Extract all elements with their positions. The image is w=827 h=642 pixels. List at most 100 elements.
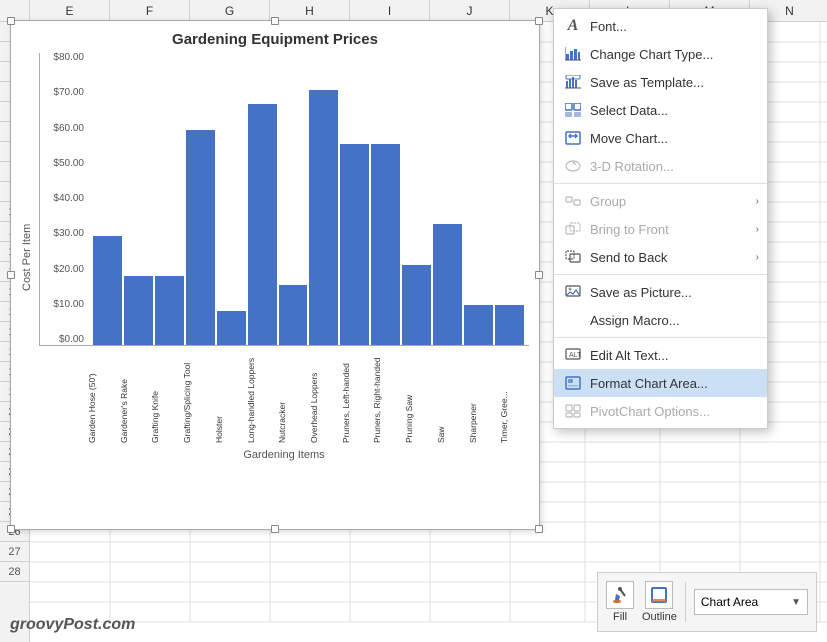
assign-macro-icon bbox=[564, 311, 582, 329]
outline-label: Outline bbox=[642, 611, 677, 623]
font-icon: A bbox=[564, 17, 582, 35]
chart-area-dropdown[interactable]: Chart Area ▼ bbox=[694, 589, 808, 615]
resize-handle-tl[interactable] bbox=[7, 17, 15, 25]
menu-item-move-chart-label: Move Chart... bbox=[590, 131, 751, 146]
bottom-toolbar: Fill Outline Chart Area ▼ bbox=[597, 572, 817, 632]
bar-4 bbox=[217, 311, 246, 345]
menu-item-edit-alt-text-label: Edit Alt Text... bbox=[590, 348, 751, 363]
format-chart-area-icon bbox=[564, 374, 582, 392]
resize-handle-br[interactable] bbox=[535, 525, 543, 533]
y-axis-label: Cost Per Item bbox=[21, 53, 37, 461]
bar-12 bbox=[464, 305, 493, 345]
menu-item-send-to-back-label: Send to Back bbox=[590, 250, 751, 265]
menu-item-move-chart[interactable]: Move Chart... bbox=[554, 124, 767, 152]
menu-item-select-data[interactable]: Select Data... bbox=[554, 96, 767, 124]
x-label-2: Grafting Knife bbox=[150, 346, 180, 446]
menu-item-pivotchart-options[interactable]: PivotChart Options... bbox=[554, 397, 767, 425]
menu-item-font-label: Font... bbox=[590, 19, 751, 34]
bars-wrapper bbox=[93, 58, 524, 345]
col-header-F[interactable]: F bbox=[110, 0, 190, 21]
menu-item-assign-macro-label: Assign Macro... bbox=[590, 313, 751, 328]
menu-item-save-picture[interactable]: Save as Picture... bbox=[554, 278, 767, 306]
fill-label: Fill bbox=[613, 611, 627, 623]
resize-handle-bl[interactable] bbox=[7, 525, 15, 533]
menu-item-edit-alt-text[interactable]: ALT Edit Alt Text... bbox=[554, 341, 767, 369]
resize-handle-right[interactable] bbox=[535, 271, 543, 279]
x-label-12: Sharpener bbox=[468, 346, 498, 446]
chart-title: Gardening Equipment Prices bbox=[21, 31, 529, 48]
menu-separator-1 bbox=[554, 183, 767, 184]
context-menu: A Font... Change Chart Type... Save as T… bbox=[553, 8, 768, 429]
menu-item-save-template-label: Save as Template... bbox=[590, 75, 751, 90]
outline-button[interactable] bbox=[645, 581, 673, 609]
y-tick-3: $30.00 bbox=[40, 229, 88, 239]
menu-item-3d-rotation[interactable]: 3-D Rotation... bbox=[554, 152, 767, 180]
col-header-J[interactable]: J bbox=[430, 0, 510, 21]
chart-container[interactable]: Gardening Equipment Prices Cost Per Item… bbox=[10, 20, 540, 530]
x-label-6: Nutcracker bbox=[277, 346, 307, 446]
x-label-10: Pruning Saw bbox=[404, 346, 434, 446]
send-to-back-icon bbox=[564, 248, 582, 266]
resize-handle-bottom[interactable] bbox=[271, 525, 279, 533]
spreadsheet: E F G H I J K L M N 1 2 3 4 5 6 7 8 9 10… bbox=[0, 0, 827, 642]
row-num-header bbox=[0, 0, 30, 21]
bars-area: $0.00 $10.00 $20.00 $30.00 $40.00 $50.00… bbox=[39, 53, 529, 346]
y-tick-0: $0.00 bbox=[40, 335, 88, 345]
group-icon bbox=[564, 192, 582, 210]
x-label-9: Pruners, Right-handed bbox=[372, 346, 402, 446]
menu-item-group[interactable]: Group › bbox=[554, 187, 767, 215]
menu-item-font[interactable]: A Font... bbox=[554, 12, 767, 40]
menu-item-format-chart-area[interactable]: Format Chart Area... bbox=[554, 369, 767, 397]
x-label-13: Timer, Gree... bbox=[499, 346, 529, 446]
menu-item-3d-rotation-label: 3-D Rotation... bbox=[590, 159, 751, 174]
menu-item-format-chart-area-label: Format Chart Area... bbox=[590, 376, 751, 391]
menu-item-save-picture-label: Save as Picture... bbox=[590, 285, 751, 300]
col-header-G[interactable]: G bbox=[190, 0, 270, 21]
save-picture-icon bbox=[564, 283, 582, 301]
x-label-11: Saw bbox=[436, 346, 466, 446]
edit-alt-text-icon: ALT bbox=[564, 346, 582, 364]
chart-area-dropdown-arrow: ▼ bbox=[791, 597, 801, 608]
bar-9 bbox=[371, 144, 400, 345]
change-chart-type-icon bbox=[564, 45, 582, 63]
menu-item-group-label: Group bbox=[590, 194, 751, 209]
y-tick-5: $50.00 bbox=[40, 159, 88, 169]
x-label-7: Overhead Loppers bbox=[309, 346, 339, 446]
pivotchart-options-icon bbox=[564, 402, 582, 420]
bar-3 bbox=[186, 130, 215, 345]
menu-item-save-template[interactable]: Save as Template... bbox=[554, 68, 767, 96]
col-header-E[interactable]: E bbox=[30, 0, 110, 21]
menu-separator-2 bbox=[554, 274, 767, 275]
fill-button[interactable] bbox=[606, 581, 634, 609]
menu-item-change-chart-type-label: Change Chart Type... bbox=[590, 47, 751, 62]
group-submenu-arrow: › bbox=[756, 196, 759, 207]
fill-btn-group: Fill bbox=[606, 581, 634, 623]
select-data-icon bbox=[564, 101, 582, 119]
resize-handle-top[interactable] bbox=[271, 17, 279, 25]
save-template-icon bbox=[564, 73, 582, 91]
chart-plot: $0.00 $10.00 $20.00 $30.00 $40.00 $50.00… bbox=[39, 53, 529, 461]
y-tick-2: $20.00 bbox=[40, 265, 88, 275]
col-header-I[interactable]: I bbox=[350, 0, 430, 21]
menu-item-send-to-back[interactable]: Send to Back › bbox=[554, 243, 767, 271]
bar-11 bbox=[433, 224, 462, 345]
resize-handle-left[interactable] bbox=[7, 271, 15, 279]
chart-area-dropdown-text: Chart Area bbox=[701, 595, 791, 609]
bring-to-front-icon bbox=[564, 220, 582, 238]
x-label-5: Long-handled Loppers bbox=[246, 346, 276, 446]
watermark: groovyPost.com bbox=[10, 616, 135, 634]
chart-inner: Gardening Equipment Prices Cost Per Item… bbox=[11, 21, 539, 529]
menu-item-assign-macro[interactable]: Assign Macro... bbox=[554, 306, 767, 334]
menu-item-change-chart-type[interactable]: Change Chart Type... bbox=[554, 40, 767, 68]
y-tick-4: $40.00 bbox=[40, 194, 88, 204]
x-axis-title: Gardening Items bbox=[39, 449, 529, 461]
svg-text:ALT: ALT bbox=[569, 352, 581, 359]
x-axis-labels: Garden Hose (50')Gardener's RakeGrafting… bbox=[87, 346, 529, 446]
col-header-H[interactable]: H bbox=[270, 0, 350, 21]
menu-item-bring-to-front[interactable]: Bring to Front › bbox=[554, 215, 767, 243]
y-tick-8: $80.00 bbox=[40, 53, 88, 63]
resize-handle-tr[interactable] bbox=[535, 17, 543, 25]
3d-rotation-icon bbox=[564, 157, 582, 175]
y-tick-7: $70.00 bbox=[40, 88, 88, 98]
move-chart-icon bbox=[564, 129, 582, 147]
